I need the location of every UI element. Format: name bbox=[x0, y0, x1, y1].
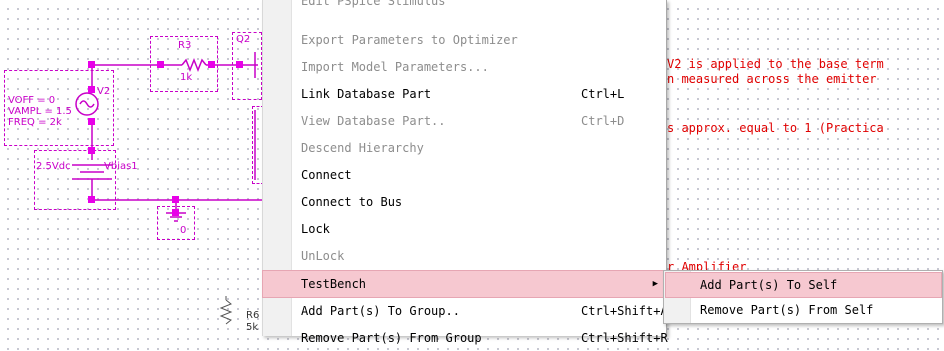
r3-label: R3 bbox=[178, 40, 192, 51]
menu-item-label: Connect to Bus bbox=[301, 195, 403, 209]
vbias-value-label: 2.5Vdc bbox=[36, 161, 71, 172]
pin bbox=[88, 86, 95, 93]
submenu-item-remove-parts-from-self[interactable]: Remove Part(s) From Self bbox=[666, 298, 941, 322]
pin bbox=[172, 196, 179, 203]
submenu-item-label: Remove Part(s) From Self bbox=[700, 303, 874, 317]
menu-item-add-parts-to-group[interactable]: Add Part(s) To Group.. Ctrl+Shift+A bbox=[263, 298, 668, 324]
note-line-2: n measured across the emitter bbox=[667, 72, 877, 86]
r6-value-label: 5k bbox=[246, 322, 259, 333]
menu-item-testbench[interactable]: TestBench ▶ bbox=[262, 270, 667, 298]
ground-label: 0 bbox=[180, 225, 187, 236]
menu-item-connect[interactable]: Connect bbox=[263, 162, 666, 188]
note-line-1: V2 is applied to the base term bbox=[667, 57, 884, 71]
menu-item-label: TestBench bbox=[301, 277, 367, 291]
submenu-item-label: Add Part(s) To Self bbox=[700, 278, 838, 292]
menu-item-label: UnLock bbox=[301, 249, 345, 263]
context-menu: Edit PSpice Stimulus Export Parameters t… bbox=[262, 0, 668, 345]
menu-item-label: View Database Part.. bbox=[301, 114, 446, 128]
pin bbox=[88, 61, 95, 68]
testbench-submenu: Add Part(s) To Self Remove Part(s) From … bbox=[663, 270, 943, 324]
pin bbox=[172, 209, 179, 216]
menu-item-shortcut: Ctrl+Shift+R bbox=[581, 331, 668, 345]
menu-item-lock[interactable]: Lock bbox=[263, 216, 666, 242]
pin bbox=[88, 147, 95, 154]
menu-item-unlock[interactable]: UnLock bbox=[263, 243, 666, 269]
r6-label: R6 bbox=[246, 310, 260, 321]
pin bbox=[157, 61, 164, 68]
menu-item-label: Link Database Part bbox=[301, 87, 432, 101]
menu-item-connect-to-bus[interactable]: Connect to Bus bbox=[263, 189, 666, 215]
note-line-3: s approx. equal to 1 (Practica bbox=[667, 121, 884, 135]
menu-item-view-database-part[interactable]: View Database Part.. Ctrl+D bbox=[263, 108, 666, 134]
menu-item-descend-hierarchy[interactable]: Descend Hierarchy bbox=[263, 135, 666, 161]
menu-item-label: Connect bbox=[301, 168, 352, 182]
menu-item-remove-parts-from-group[interactable]: Remove Part(s) From Group Ctrl+Shift+R bbox=[263, 325, 668, 351]
menu-item-shortcut: Ctrl+L bbox=[581, 87, 625, 101]
vampl-label: VAMPL = 1.5 bbox=[8, 106, 72, 117]
resistor-r6-symbol bbox=[219, 299, 233, 325]
q2-label: Q2 bbox=[236, 34, 251, 45]
menu-item-label: Edit PSpice Stimulus bbox=[301, 0, 446, 8]
menu-item-label: Lock bbox=[301, 222, 330, 236]
menu-item-import-model-parameters[interactable]: Import Model Parameters... bbox=[263, 54, 666, 80]
pin bbox=[88, 196, 95, 203]
vbias-selection-box bbox=[34, 150, 116, 210]
submenu-item-add-parts-to-self[interactable]: Add Part(s) To Self bbox=[665, 272, 942, 298]
vbias-label: Vbias1 bbox=[104, 161, 138, 172]
menu-item-link-database-part[interactable]: Link Database Part Ctrl+L bbox=[263, 81, 666, 107]
menu-item-label: Add Part(s) To Group.. bbox=[301, 304, 460, 318]
menu-item-label: Export Parameters to Optimizer bbox=[301, 33, 518, 47]
pin bbox=[88, 118, 95, 125]
menu-item-export-parameters[interactable]: Export Parameters to Optimizer bbox=[263, 27, 666, 53]
pin bbox=[208, 61, 215, 68]
r3-value-label: 1k bbox=[180, 72, 193, 83]
menu-item-shortcut: Ctrl+Shift+A bbox=[581, 304, 668, 318]
menu-item-label: Descend Hierarchy bbox=[301, 141, 424, 155]
submenu-arrow-icon: ▶ bbox=[652, 279, 658, 289]
freq-label: FREQ = 2k bbox=[8, 117, 62, 128]
pin bbox=[236, 61, 243, 68]
v2-label: V2 bbox=[97, 86, 111, 97]
menu-item-label: Remove Part(s) From Group bbox=[301, 331, 482, 345]
voff-label: VOFF = 0 bbox=[8, 95, 56, 106]
menu-item-edit-pspice-stimulus[interactable]: Edit PSpice Stimulus bbox=[263, 0, 666, 14]
menu-item-label: Import Model Parameters... bbox=[301, 60, 489, 74]
menu-item-shortcut: Ctrl+D bbox=[581, 114, 625, 128]
